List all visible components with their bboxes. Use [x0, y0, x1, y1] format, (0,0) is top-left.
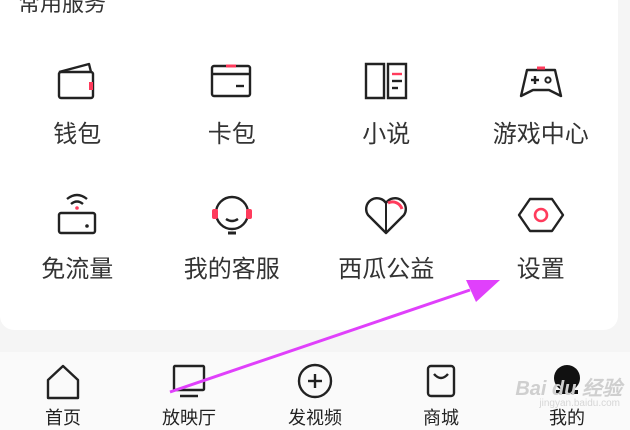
- tab-label: 首页: [45, 408, 81, 429]
- service-card-wallet[interactable]: 卡包: [155, 40, 310, 175]
- service-label: 钱包: [53, 120, 102, 148]
- headset-icon: [211, 195, 252, 235]
- home-icon: [46, 364, 80, 400]
- service-label: 小说: [362, 120, 411, 148]
- service-settings[interactable]: 设置: [464, 175, 619, 300]
- free-data-icon: [58, 193, 97, 235]
- card-wallet-icon: [210, 64, 251, 98]
- services-card: 常用服务 钱包 卡包 小说 游戏中心 免流量 我的客服 西瓜公益 设置: [0, 0, 618, 330]
- service-label: 卡包: [207, 120, 256, 148]
- service-label: 西瓜公益: [338, 255, 435, 283]
- services-grid: 钱包 卡包 小说 游戏中心 免流量 我的客服 西瓜公益 设置: [0, 40, 618, 300]
- shopping-bag-icon: [426, 364, 456, 398]
- service-label: 免流量: [41, 255, 114, 283]
- settings-hexagon-icon: [517, 197, 564, 233]
- service-label: 设置: [516, 255, 565, 283]
- service-label: 我的客服: [183, 255, 280, 283]
- tab-label: 发视频: [288, 408, 342, 429]
- tab-cinema[interactable]: 放映厅: [126, 352, 252, 430]
- service-wallet[interactable]: 钱包: [0, 40, 155, 175]
- tab-post-video[interactable]: 发视频: [252, 352, 378, 430]
- service-game-center[interactable]: 游戏中心: [464, 40, 619, 175]
- book-icon: [365, 62, 408, 100]
- tv-icon: [172, 364, 206, 398]
- tab-home[interactable]: 首页: [0, 352, 126, 430]
- tab-mall[interactable]: 商城: [378, 352, 504, 430]
- service-novel[interactable]: 小说: [309, 40, 464, 175]
- heart-icon: [365, 196, 408, 235]
- service-charity[interactable]: 西瓜公益: [309, 175, 464, 300]
- service-customer-support[interactable]: 我的客服: [155, 175, 310, 300]
- gamepad-icon: [519, 66, 562, 98]
- watermark-url: jingyan.baidu.com: [539, 398, 620, 409]
- wallet-icon: [58, 62, 95, 100]
- add-video-icon: [297, 363, 333, 399]
- tab-label: 商城: [423, 408, 459, 429]
- section-title: 常用服务: [18, 0, 107, 17]
- service-label: 游戏中心: [492, 120, 589, 148]
- tab-label: 放映厅: [162, 408, 216, 429]
- service-free-data[interactable]: 免流量: [0, 175, 155, 300]
- watermark: Bai du 经验: [515, 378, 622, 400]
